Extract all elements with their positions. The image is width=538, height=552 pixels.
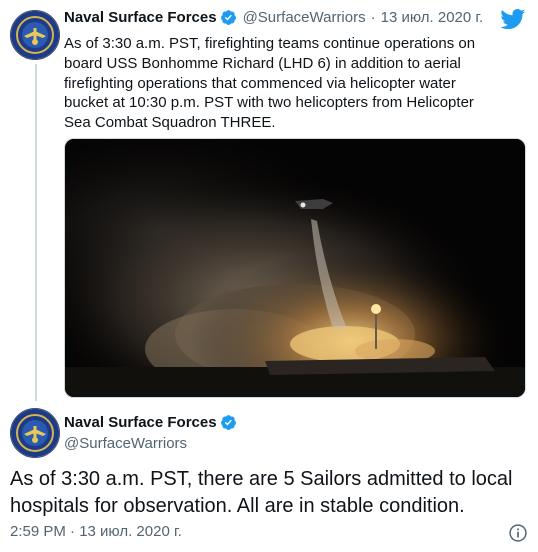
avatar[interactable] — [10, 408, 60, 458]
tweet2-timestamp[interactable]: 2:59 PM · 13 июл. 2020 г. — [10, 523, 182, 540]
tweet1-separator: · — [370, 9, 376, 26]
twitter-bird-icon[interactable] — [500, 9, 526, 30]
verified-badge-icon — [220, 415, 236, 430]
tweet2-text: As of 3:30 a.m. PST, there are 5 Sailors… — [10, 468, 513, 517]
firefighting-night-photo — [65, 139, 525, 397]
tweet2-display-name[interactable]: Naval Surface Forces — [64, 414, 217, 431]
navy-seal-logo — [11, 409, 59, 457]
info-icon[interactable] — [508, 523, 528, 543]
tweet2-header: Naval Surface Forces — [64, 414, 237, 431]
verified-badge-icon — [220, 10, 236, 25]
navy-seal-logo — [11, 11, 59, 59]
tweet1-handle[interactable]: @SurfaceWarriors — [243, 9, 366, 26]
tweet1-display-name[interactable]: Naval Surface Forces — [64, 9, 217, 26]
thread-connector-line — [35, 64, 37, 401]
tweet1-date[interactable]: 13 июл. 2020 г. — [381, 9, 484, 26]
tweet1-header: Naval Surface Forces @SurfaceWarriors · … — [64, 9, 483, 26]
tweet2-handle[interactable]: @SurfaceWarriors — [64, 435, 187, 452]
tweet1-photo[interactable] — [64, 138, 526, 398]
tweet2-handle-row: @SurfaceWarriors — [64, 435, 187, 452]
avatar[interactable] — [10, 10, 60, 60]
tweet1-text: As of 3:30 a.m. PST, firefighting teams … — [64, 35, 476, 132]
